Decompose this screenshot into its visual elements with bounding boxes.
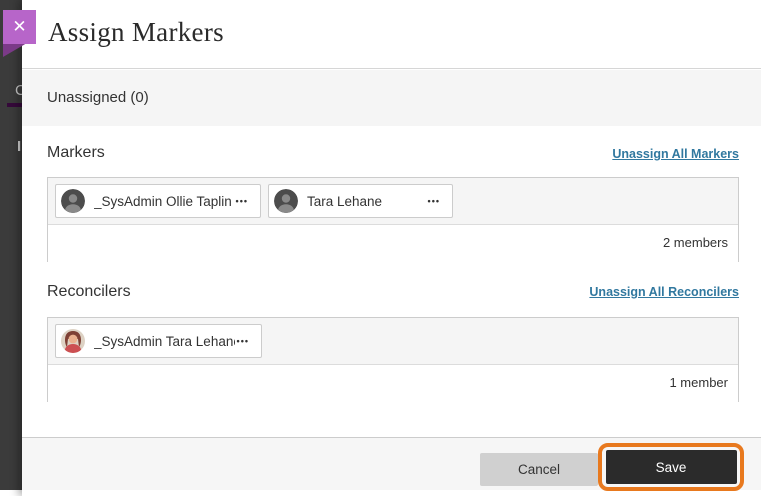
reconcilers-members-panel: _SysAdmin Tara Lehane ••• 1 member [47, 317, 739, 402]
member-options-button[interactable]: ••• [235, 332, 251, 350]
markers-members-panel: _SysAdmin Ollie Taplin ••• Tara Lehane •… [47, 177, 739, 262]
close-button[interactable]: ✕ [3, 10, 36, 44]
markers-member-count: 2 members [48, 225, 738, 262]
cancel-button[interactable]: Cancel [480, 453, 598, 486]
member-name: _SysAdmin Tara Lehane [94, 333, 235, 349]
member-chip: _SysAdmin Ollie Taplin ••• [55, 184, 261, 218]
active-tab-underline [7, 103, 22, 107]
reconcilers-chip-zone: _SysAdmin Tara Lehane ••• [48, 318, 738, 365]
member-name: Tara Lehane [307, 193, 383, 209]
avatar-placeholder-icon [61, 189, 85, 213]
reconcilers-heading: Reconcilers [47, 283, 131, 300]
close-icon: ✕ [12, 17, 27, 36]
unassigned-section-header[interactable]: Unassigned (0) [22, 70, 761, 126]
unassign-all-markers-link[interactable]: Unassign All Markers [612, 147, 739, 161]
unassigned-label: Unassigned (0) [47, 89, 149, 106]
reconcilers-member-count: 1 member [48, 365, 738, 402]
unassign-all-reconcilers-link[interactable]: Unassign All Reconcilers [589, 285, 739, 299]
markers-chip-zone: _SysAdmin Ollie Taplin ••• Tara Lehane •… [48, 178, 738, 225]
background-tab-fragment: C [15, 82, 22, 99]
panel-header: Assign Markers [22, 0, 761, 69]
save-button[interactable]: Save [605, 450, 737, 484]
avatar-placeholder-icon [274, 189, 298, 213]
member-chip: _SysAdmin Tara Lehane ••• [55, 324, 262, 358]
background-heading-fragment: I [17, 138, 22, 155]
underlying-page-rail: C I [0, 0, 22, 490]
avatar-profile-photo [61, 329, 85, 353]
member-chip: Tara Lehane ••• [268, 184, 453, 218]
save-button-highlight-ring: Save [598, 443, 744, 491]
markers-heading: Markers [47, 144, 105, 161]
assign-markers-panel: Assign Markers Unassigned (0) Markers Un… [22, 0, 761, 496]
member-name: _SysAdmin Ollie Taplin [94, 193, 232, 209]
panel-title: Assign Markers [48, 17, 224, 47]
member-options-button[interactable]: ••• [426, 192, 442, 210]
member-options-button[interactable]: ••• [234, 192, 250, 210]
